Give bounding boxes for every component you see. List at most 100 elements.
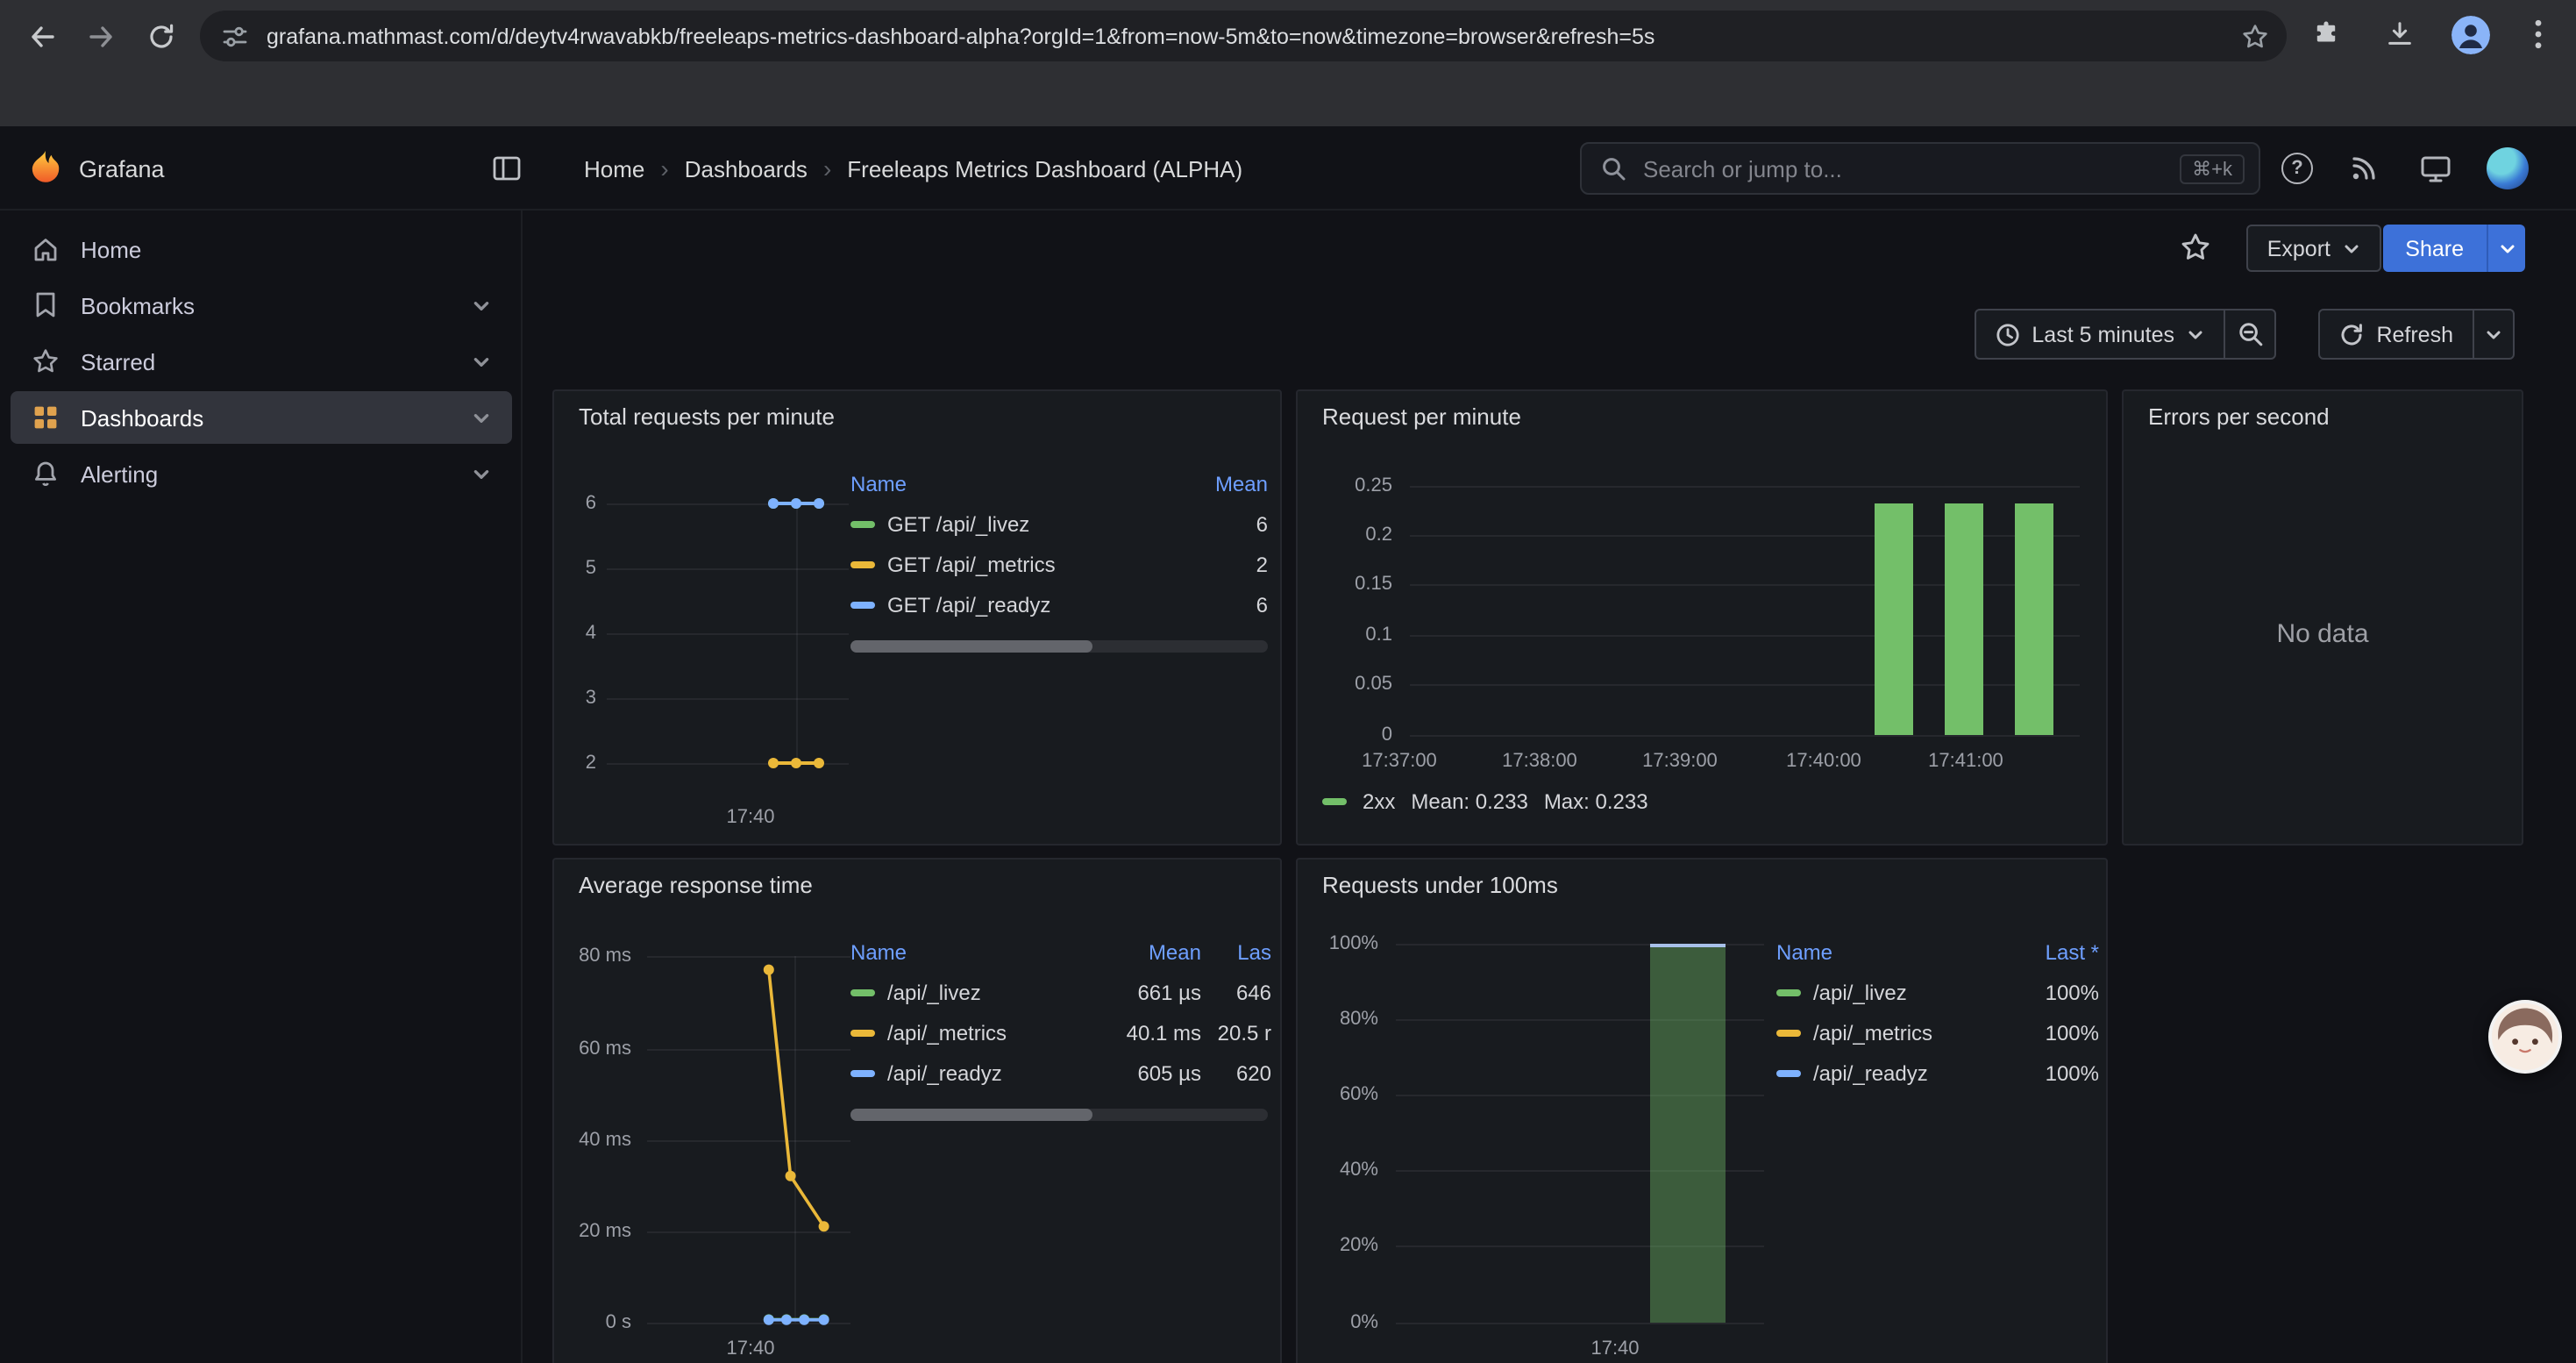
forward-button[interactable] (77, 12, 125, 60)
legend-header[interactable]: Name (850, 472, 1187, 496)
legend-value: 646 (1201, 980, 1271, 1004)
x-tick: 17:40 (1566, 1338, 1664, 1359)
panel-request-per-minute: Request per minute 0.25 0.2 0.15 0.1 0.0… (1296, 389, 2108, 846)
series-color-dash (1776, 1029, 1801, 1036)
refresh-icon (2339, 322, 2364, 346)
export-button[interactable]: Export (2246, 225, 2381, 272)
favorite-star-icon[interactable] (2180, 232, 2211, 263)
legend-name[interactable]: /api/_readyz (1776, 1060, 2008, 1085)
search-box[interactable]: ⌘+k (1580, 142, 2260, 195)
extensions-icon[interactable] (2311, 19, 2341, 49)
sidebar-item-alerting[interactable]: Alerting (11, 447, 512, 500)
chevron-right-icon: › (660, 154, 668, 182)
legend-name[interactable]: GET /api/_livez (850, 511, 1187, 536)
browser-menu-icon[interactable] (2525, 19, 2551, 49)
browser-window: Freeleaps 收藏博客 Grafana Home › Dashboards… (0, 0, 2576, 1363)
downloads-icon[interactable] (2385, 19, 2415, 49)
sidebar-item-home[interactable]: Home (11, 223, 512, 275)
x-tick: 17:40 (701, 1338, 800, 1359)
chevron-down-icon (2343, 239, 2360, 257)
legend-header[interactable]: Mean (1187, 472, 1268, 496)
legend-row: /api/_livez661 µs646 (850, 972, 1271, 1012)
legend-scrollbar[interactable] (850, 640, 1268, 653)
data-point (791, 758, 801, 768)
data-point (819, 1315, 829, 1325)
url-bar[interactable] (200, 11, 2287, 61)
legend-row: /api/_readyz100% (1776, 1053, 2099, 1093)
x-tick: 17:39:00 (1624, 751, 1736, 772)
time-range-label: Last 5 minutes (2032, 322, 2174, 346)
scrollbar-thumb[interactable] (850, 1109, 1092, 1121)
refresh-interval-button[interactable] (2473, 309, 2515, 360)
bar (2015, 503, 2053, 735)
legend-name[interactable]: /api/_metrics (1776, 1020, 2008, 1045)
series-color-dash (1776, 988, 1801, 995)
chevron-down-icon[interactable] (472, 352, 491, 371)
legend-table: NameLast */api/_livez100%/api/_metrics10… (1776, 933, 2099, 1093)
sidebar-item-starred[interactable]: Starred (11, 335, 512, 388)
bookmarks-bar: Freeleaps 收藏博客 (0, 72, 2576, 126)
panel-title[interactable]: Errors per second (2148, 403, 2330, 430)
time-range-button[interactable]: Last 5 minutes (1974, 309, 2225, 360)
legend-row: /api/_livez100% (1776, 972, 2099, 1012)
legend-value: 40.1 ms (1099, 1020, 1201, 1045)
star-icon (32, 347, 60, 375)
data-point (786, 1171, 796, 1181)
no-data-message: No data (2124, 619, 2522, 649)
site-info-icon[interactable] (223, 24, 247, 48)
display-icon[interactable] (2420, 154, 2451, 182)
series-name[interactable]: 2xx (1363, 789, 1395, 814)
chevron-down-icon[interactable] (472, 464, 491, 483)
arrow-left-icon (27, 22, 55, 50)
legend-value: 6 (1187, 511, 1268, 536)
legend-header[interactable]: Name (850, 940, 1099, 965)
bookmark-star-icon[interactable] (2241, 22, 2269, 50)
legend-header[interactable]: Mean (1099, 940, 1201, 965)
user-avatar[interactable] (2487, 147, 2529, 189)
breadcrumb-dashboards[interactable]: Dashboards (685, 155, 808, 182)
browser-profile-avatar[interactable] (2451, 16, 2490, 54)
legend-header[interactable]: Name (1776, 940, 2008, 965)
brand-name: Grafana (79, 156, 165, 182)
reload-icon (146, 22, 174, 50)
grafana-logo[interactable] (26, 149, 65, 188)
legend-scrollbar[interactable] (850, 1109, 1268, 1121)
legend-header[interactable]: Last * (2008, 940, 2099, 965)
legend-name[interactable]: /api/_readyz (850, 1060, 1099, 1085)
legend-header[interactable]: Las (1201, 940, 1271, 965)
data-point (768, 758, 779, 768)
breadcrumb-home[interactable]: Home (584, 155, 644, 182)
breadcrumb-current: Freeleaps Metrics Dashboard (ALPHA) (847, 155, 1242, 182)
news-icon[interactable] (2350, 154, 2378, 182)
sidebar-toggle-icon[interactable] (491, 153, 523, 184)
share-button[interactable]: Share (2382, 225, 2487, 272)
legend-name[interactable]: GET /api/_readyz (850, 592, 1187, 617)
search-shortcut: ⌘+k (2180, 153, 2245, 183)
share-dropdown-button[interactable] (2487, 225, 2525, 272)
legend-value: 100% (2008, 1020, 2099, 1045)
assistant-avatar[interactable] (2488, 1000, 2562, 1074)
legend-name[interactable]: /api/_livez (1776, 980, 2008, 1004)
chevron-down-icon[interactable] (472, 296, 491, 315)
help-icon[interactable]: ? (2281, 153, 2313, 184)
legend-name[interactable]: /api/_livez (850, 980, 1099, 1004)
bookmark-icon (32, 291, 60, 319)
time-controls: Last 5 minutes (1974, 309, 2276, 360)
legend-row: /api/_metrics100% (1776, 1012, 2099, 1053)
scrollbar-thumb[interactable] (850, 640, 1092, 653)
sidebar-item-dashboards[interactable]: Dashboards (11, 391, 512, 444)
series-line (769, 970, 824, 1227)
search-input[interactable] (1640, 153, 2166, 183)
legend-header-row: NameMeanLas (850, 933, 1271, 972)
sidebar-item-bookmarks[interactable]: Bookmarks (11, 279, 512, 332)
back-button[interactable] (18, 12, 65, 60)
legend-name[interactable]: GET /api/_metrics (850, 552, 1187, 576)
chevron-down-icon[interactable] (472, 408, 491, 427)
url-input[interactable] (263, 22, 2225, 50)
zoom-out-button[interactable] (2224, 309, 2276, 360)
reload-button[interactable] (137, 12, 184, 60)
bar (1650, 944, 1726, 1323)
legend-value: 100% (2008, 1060, 2099, 1085)
refresh-button[interactable]: Refresh (2318, 309, 2474, 360)
legend-name[interactable]: /api/_metrics (850, 1020, 1099, 1045)
